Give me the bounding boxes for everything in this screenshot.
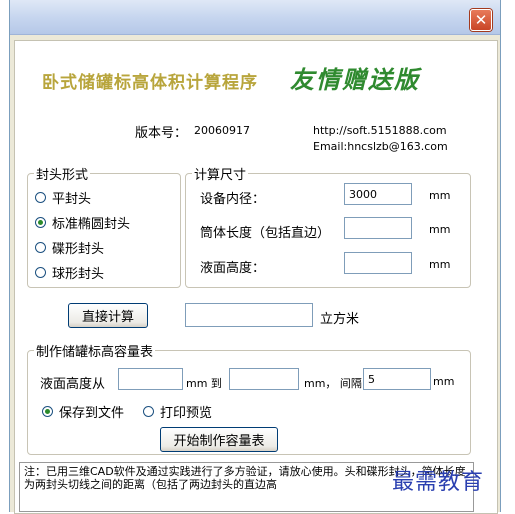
radio-icon [143, 406, 154, 417]
title-bar[interactable]: ✕ [10, 0, 500, 35]
interval-input[interactable] [363, 368, 431, 390]
version-label: 版本号： [135, 126, 188, 141]
liquid-from-label: 液面高度从 [40, 377, 106, 392]
radio-save-to-file[interactable]: 保存到文件 [42, 402, 124, 421]
radio-flat-head[interactable]: 平封头 [35, 188, 91, 207]
radio-label: 打印预览 [160, 406, 213, 421]
radio-icon [35, 267, 46, 278]
inner-diameter-unit: mm [429, 189, 451, 202]
liquid-height-input[interactable] [344, 252, 412, 274]
volume-result-field[interactable] [185, 303, 313, 327]
radio-label: 保存到文件 [59, 406, 125, 421]
radio-selected-icon [35, 217, 46, 228]
liquid-height-unit: mm [429, 258, 451, 271]
radio-elliptical-head[interactable]: 标准椭圆封头 [35, 213, 130, 232]
head-type-legend: 封头形式 [36, 168, 89, 183]
liquid-to-input[interactable] [229, 368, 299, 390]
liquid-height-label: 液面高度： [200, 261, 266, 276]
app-title: 卧式储罐标高体积计算程序 [42, 73, 258, 93]
radio-print-preview[interactable]: 打印预览 [143, 402, 212, 421]
calc-size-legend: 计算尺寸 [194, 168, 247, 183]
radio-label: 碟形封头 [52, 242, 105, 257]
radio-label: 球形封头 [52, 267, 105, 282]
edition-label: 友情赠送版 [290, 65, 420, 94]
radio-icon [35, 192, 46, 203]
volume-unit-label: 立方米 [320, 312, 360, 327]
email-address: Email:hncslzb@163.com [313, 140, 448, 153]
cylinder-length-input[interactable] [344, 217, 412, 239]
close-button[interactable]: ✕ [470, 9, 492, 31]
interval-unit: mm [433, 375, 455, 388]
radio-dished-head[interactable]: 碟形封头 [35, 238, 104, 257]
inner-diameter-label: 设备内径： [200, 192, 266, 207]
radio-selected-icon [42, 406, 53, 417]
interval-label: mm， 间隔 [304, 377, 362, 390]
cylinder-length-label: 筒体长度（包括直边） [200, 226, 331, 241]
watermark-logo: 最需教育 [392, 470, 485, 495]
inner-diameter-input[interactable] [344, 183, 412, 205]
radio-spherical-head[interactable]: 球形封头 [35, 263, 104, 282]
website-url: http://soft.5151888.com [313, 124, 447, 137]
liquid-to-label: mm 到 [186, 377, 222, 390]
radio-label: 平封头 [52, 192, 92, 207]
radio-label: 标准椭圆封头 [52, 217, 131, 232]
liquid-from-input[interactable] [118, 368, 183, 390]
start-table-button[interactable]: 开始制作容量表 [160, 427, 278, 452]
direct-calc-button[interactable]: 直接计算 [68, 303, 148, 328]
cylinder-length-unit: mm [429, 223, 451, 236]
version-number: 20060917 [194, 124, 250, 137]
radio-icon [35, 242, 46, 253]
volume-table-legend: 制作储罐标高容量表 [36, 345, 154, 360]
